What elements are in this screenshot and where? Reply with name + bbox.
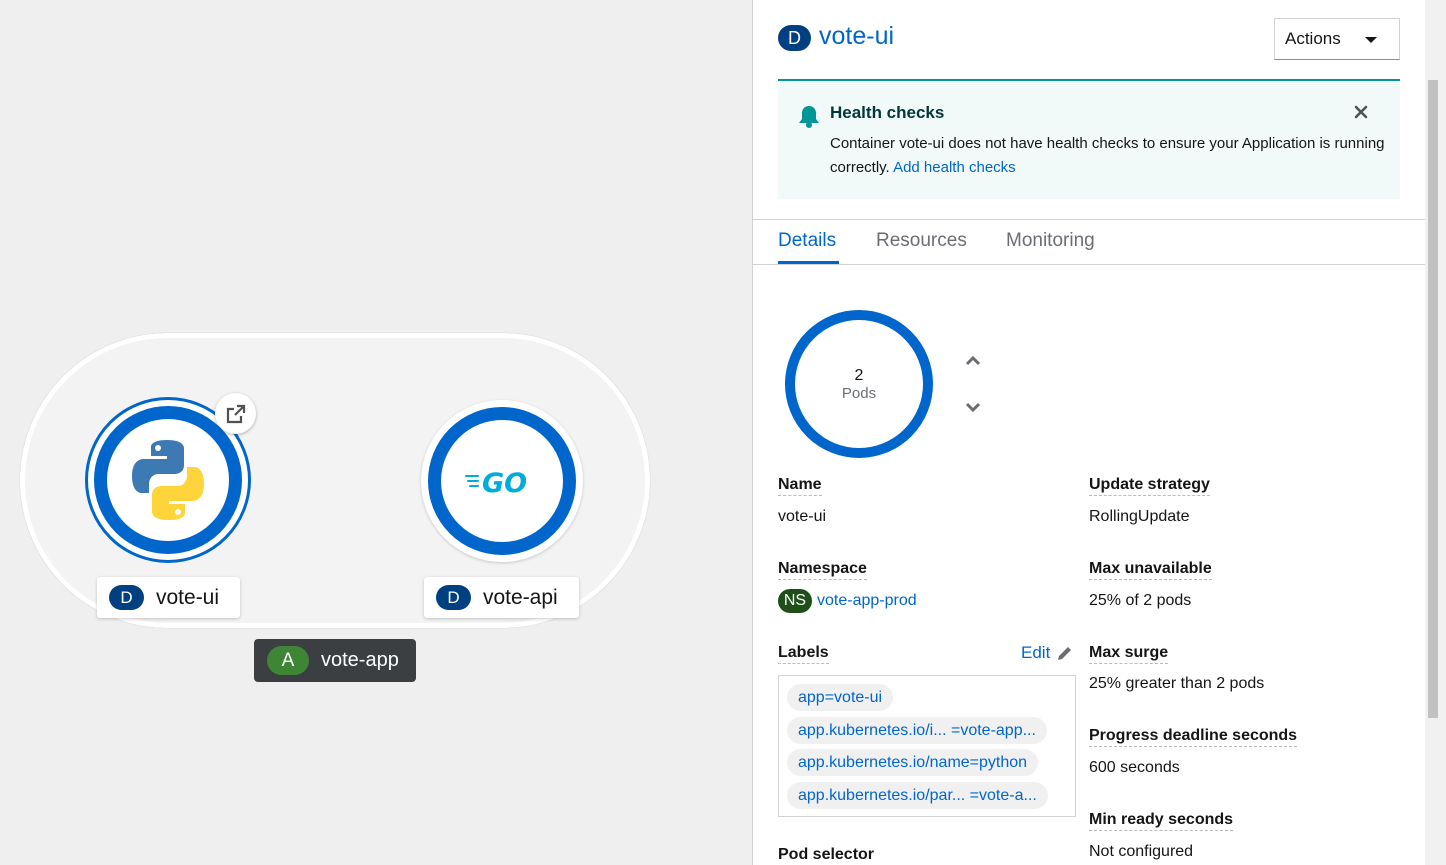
max-unavailable-label: Max unavailable	[1089, 560, 1212, 580]
panel-tabs: Details Resources Monitoring	[753, 219, 1425, 265]
pod-unit: Pods	[841, 384, 877, 402]
labels-list: app=vote-ui app.kubernetes.io/i... =vote…	[778, 675, 1076, 817]
namespace-label: Namespace	[778, 560, 867, 580]
edit-label: Edit	[1021, 643, 1051, 662]
active-tab-indicator	[778, 261, 839, 264]
min-ready-label: Min ready seconds	[1089, 811, 1234, 831]
pencil-icon	[1058, 646, 1072, 660]
chevron-up-icon[interactable]	[964, 352, 982, 370]
progress-deadline-value: 600 seconds	[1089, 759, 1180, 776]
caret-down-icon	[1365, 37, 1377, 43]
panel-title[interactable]: vote-ui	[819, 22, 894, 51]
application-label[interactable]: A vote-app	[254, 639, 416, 682]
max-surge-label: Max surge	[1089, 644, 1169, 664]
deployment-badge: D	[436, 585, 471, 610]
panel-scrollbar[interactable]	[1425, 0, 1446, 865]
health-checks-alert: Health checks Container vote-ui does not…	[778, 82, 1400, 199]
tab-details[interactable]: Details	[778, 230, 836, 252]
application-badge: A	[267, 646, 309, 675]
python-icon	[126, 438, 210, 522]
pod-count-donut: 2 Pods	[785, 310, 933, 458]
progress-deadline-label: Progress deadline seconds	[1089, 727, 1298, 747]
actions-dropdown[interactable]: Actions	[1274, 18, 1400, 60]
deployment-badge: D	[778, 25, 811, 51]
label-chip[interactable]: app=vote-ui	[787, 684, 894, 711]
external-link-icon	[226, 404, 245, 423]
update-strategy-label: Update strategy	[1089, 476, 1210, 496]
actions-label: Actions	[1285, 29, 1341, 48]
alert-body: Container vote-ui does not have health c…	[830, 132, 1385, 180]
label-chip[interactable]: app.kubernetes.io/name=python	[787, 749, 1039, 776]
max-unavailable-value: 25% of 2 pods	[1089, 592, 1192, 609]
node-vote-api[interactable]: GO	[421, 400, 583, 562]
application-name: vote-app	[321, 649, 399, 671]
node-label-vote-ui[interactable]: D vote-ui	[97, 577, 240, 618]
update-strategy-value: RollingUpdate	[1089, 508, 1190, 525]
namespace-value: NS vote-app-prod	[778, 589, 917, 613]
pod-selector-label: Pod selector	[778, 846, 874, 865]
tab-monitoring[interactable]: Monitoring	[1006, 230, 1095, 252]
namespace-badge: NS	[778, 589, 812, 613]
deployment-badge: D	[109, 585, 144, 610]
min-ready-value: Not configured	[1089, 843, 1194, 860]
node-label-vote-api[interactable]: D vote-api	[424, 577, 579, 618]
pod-count: 2	[854, 366, 864, 384]
add-health-checks-link[interactable]: Add health checks	[893, 159, 1016, 176]
bell-icon	[799, 106, 819, 128]
max-surge-value: 25% greater than 2 pods	[1089, 675, 1265, 692]
edit-labels-button[interactable]: Edit	[1021, 643, 1073, 663]
scrollbar-thumb[interactable]	[1428, 80, 1438, 718]
go-icon: GO	[464, 466, 540, 496]
labels-label: Labels	[778, 644, 829, 664]
svg-text:GO: GO	[482, 468, 527, 496]
side-panel: D vote-ui Actions Health checks Containe…	[752, 0, 1446, 865]
alert-title: Health checks	[830, 103, 945, 122]
open-url-button[interactable]	[215, 393, 256, 434]
node-name: vote-ui	[156, 585, 220, 609]
topology-canvas[interactable]: GO D vote-ui D vote-api A vote-app	[0, 0, 752, 865]
namespace-link[interactable]: vote-app-prod	[817, 592, 917, 609]
node-name: vote-api	[483, 585, 558, 609]
name-label: Name	[778, 476, 822, 496]
name-value: vote-ui	[778, 508, 827, 525]
chevron-down-icon[interactable]	[964, 398, 982, 416]
panel-header: D vote-ui Actions	[778, 18, 1400, 81]
tab-resources[interactable]: Resources	[876, 230, 967, 252]
label-chip[interactable]: app.kubernetes.io/par... =vote-a...	[787, 782, 1048, 809]
close-icon[interactable]	[1353, 104, 1369, 120]
label-chip[interactable]: app.kubernetes.io/i... =vote-app...	[787, 717, 1047, 744]
